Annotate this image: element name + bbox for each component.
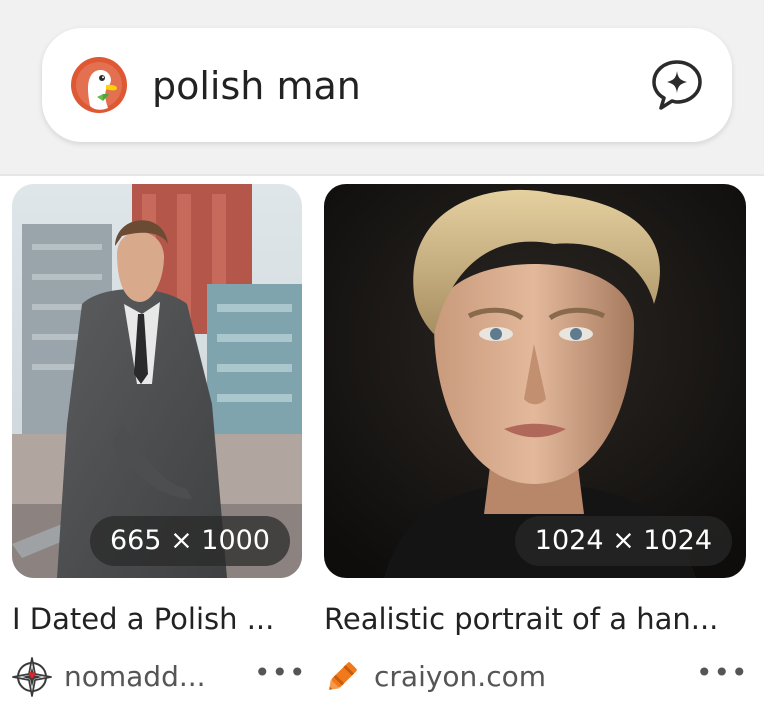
ai-chat-icon[interactable] <box>650 58 704 112</box>
image-result-thumbnail[interactable]: 1024 × 1024 <box>324 184 746 578</box>
result-title[interactable]: I Dated a Polish ... <box>12 600 274 638</box>
more-options-button[interactable]: ••• <box>254 659 306 691</box>
image-result-thumbnail[interactable]: 665 × 1000 <box>12 184 302 578</box>
search-header: polish man <box>0 0 764 176</box>
search-bar[interactable]: polish man <box>42 28 732 142</box>
image-dimensions-badge: 665 × 1000 <box>89 516 290 566</box>
duckduckgo-logo-icon[interactable] <box>70 56 128 114</box>
crayon-icon <box>329 662 357 690</box>
image-dimensions-badge: 1024 × 1024 <box>514 516 732 566</box>
compass-rose-icon <box>12 657 52 697</box>
more-options-button[interactable]: ••• <box>696 659 748 691</box>
search-input[interactable]: polish man <box>152 64 361 108</box>
result-source-name[interactable]: nomadd... <box>64 657 206 697</box>
result-source-row: nomadd... ••• <box>12 655 306 699</box>
result-source-name[interactable]: craiyon.com <box>374 657 546 697</box>
result-source-row: craiyon.com ••• <box>322 655 748 699</box>
result-title[interactable]: Realistic portrait of a han... <box>324 600 718 638</box>
